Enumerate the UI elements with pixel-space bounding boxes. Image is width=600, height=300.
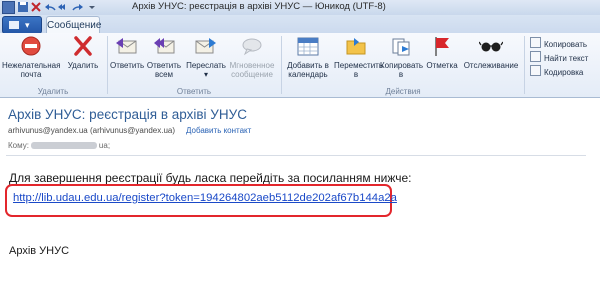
delete-label: Удалить <box>67 61 99 70</box>
forward-button[interactable]: Переслать ▾ <box>186 35 226 79</box>
delete-button[interactable]: Удалить <box>62 35 104 70</box>
find-text-button[interactable]: Найти текст <box>530 51 588 64</box>
header-divider <box>6 155 586 156</box>
move-to-button[interactable]: Переместить в <box>334 35 384 79</box>
add-to-calendar-button[interactable]: Добавить в календарь <box>284 35 332 79</box>
chevron-down-icon: ▾ <box>25 20 30 30</box>
add-to-calendar-label: Добавить в календарь <box>287 61 329 79</box>
customize-qa-icon[interactable] <box>86 1 98 13</box>
group-divider <box>281 36 282 94</box>
instant-message-button: Мгновенное сообщение <box>226 35 278 79</box>
group-divider <box>107 36 108 94</box>
move-folder-icon <box>346 38 366 55</box>
find-text-label: Найти текст <box>544 54 589 63</box>
add-contact-link[interactable]: Добавить контакт <box>186 126 251 135</box>
copy-to-icon <box>392 38 410 56</box>
registration-link[interactable]: http://lib.udau.edu.ua/register?token=19… <box>13 192 397 204</box>
to-suffix: ua; <box>98 141 111 150</box>
copy-button[interactable]: Копировать <box>530 37 587 50</box>
move-to-label: Переместить в <box>334 61 384 79</box>
tab-message[interactable]: Сообщение <box>46 16 101 34</box>
reply-all-button[interactable]: Ответить всем <box>144 35 184 79</box>
group-label-actions: Действия <box>385 87 421 96</box>
watch-label: Отслеживание <box>463 61 519 70</box>
instant-message-icon <box>242 38 262 56</box>
signature: Архів УНУС <box>9 245 70 257</box>
calendar-icon <box>297 37 319 56</box>
reply-all-label: Ответить всем <box>146 61 182 79</box>
forward-qa-icon[interactable] <box>72 1 84 13</box>
group-label-delete: Удалить <box>37 87 69 96</box>
watch-button[interactable]: Отслеживание <box>460 35 522 70</box>
title-bar: Архів УНУС: реєстрація в архіві УНУС — Ю… <box>0 0 600 16</box>
ribbon: Нежелательная почта Удалить Удалить Отве… <box>0 33 600 98</box>
sender-address: arhivunus@yandex.ua (arhivunus@yandex.ua… <box>8 126 176 135</box>
reply-qa-icon[interactable] <box>44 1 56 13</box>
copy-label: Копировать <box>544 40 588 49</box>
encoding-label: Кодировка <box>544 68 584 77</box>
delete-icon[interactable] <box>30 1 42 13</box>
copy-to-label: Копировать в <box>380 61 424 79</box>
message-subject: Архів УНУС: реєстрація в архіві УНУС <box>8 107 247 122</box>
app-icon[interactable] <box>2 1 15 14</box>
reply-label: Ответить <box>110 61 145 70</box>
group-divider <box>524 36 525 94</box>
file-menu-button[interactable]: ▾ <box>2 16 42 34</box>
encoding-button[interactable]: Кодировка <box>530 65 583 78</box>
encoding-icon <box>530 65 541 76</box>
copy-icon <box>530 37 541 48</box>
instant-message-label: Мгновенное сообщение <box>229 61 275 79</box>
group-label-respond: Ответить <box>176 87 212 96</box>
file-menu-icon <box>9 21 19 29</box>
window-title: Архів УНУС: реєстрація в архіві УНУС — Ю… <box>132 1 386 12</box>
find-icon <box>530 51 541 62</box>
redacted-recipient <box>30 142 97 149</box>
copy-to-button[interactable]: Копировать в <box>380 35 424 79</box>
glasses-icon <box>478 41 504 52</box>
flag-label: Отметка <box>426 61 458 70</box>
junk-mail-label: Нежелательная почта <box>2 61 61 79</box>
forward-label: Переслать ▾ <box>186 61 226 79</box>
reply-button[interactable]: Ответить <box>110 35 145 70</box>
to-label: Кому: <box>8 141 29 150</box>
forward-icon <box>195 38 216 54</box>
body-intro: Для завершення реєстрації будь ласка пер… <box>9 171 412 185</box>
delete-x-icon <box>74 36 92 56</box>
recipient-line: Кому: ua; <box>8 141 110 150</box>
flag-button[interactable]: Отметка <box>424 35 460 70</box>
save-icon[interactable] <box>17 1 29 13</box>
flag-icon <box>435 37 449 56</box>
block-icon <box>21 36 41 56</box>
junk-mail-button[interactable]: Нежелательная почта <box>2 35 60 79</box>
reply-icon <box>116 38 137 54</box>
reply-all-icon <box>154 38 175 54</box>
ribbon-tabs: ▾ Сообщение <box>0 15 600 34</box>
reply-all-qa-icon[interactable] <box>58 1 70 13</box>
